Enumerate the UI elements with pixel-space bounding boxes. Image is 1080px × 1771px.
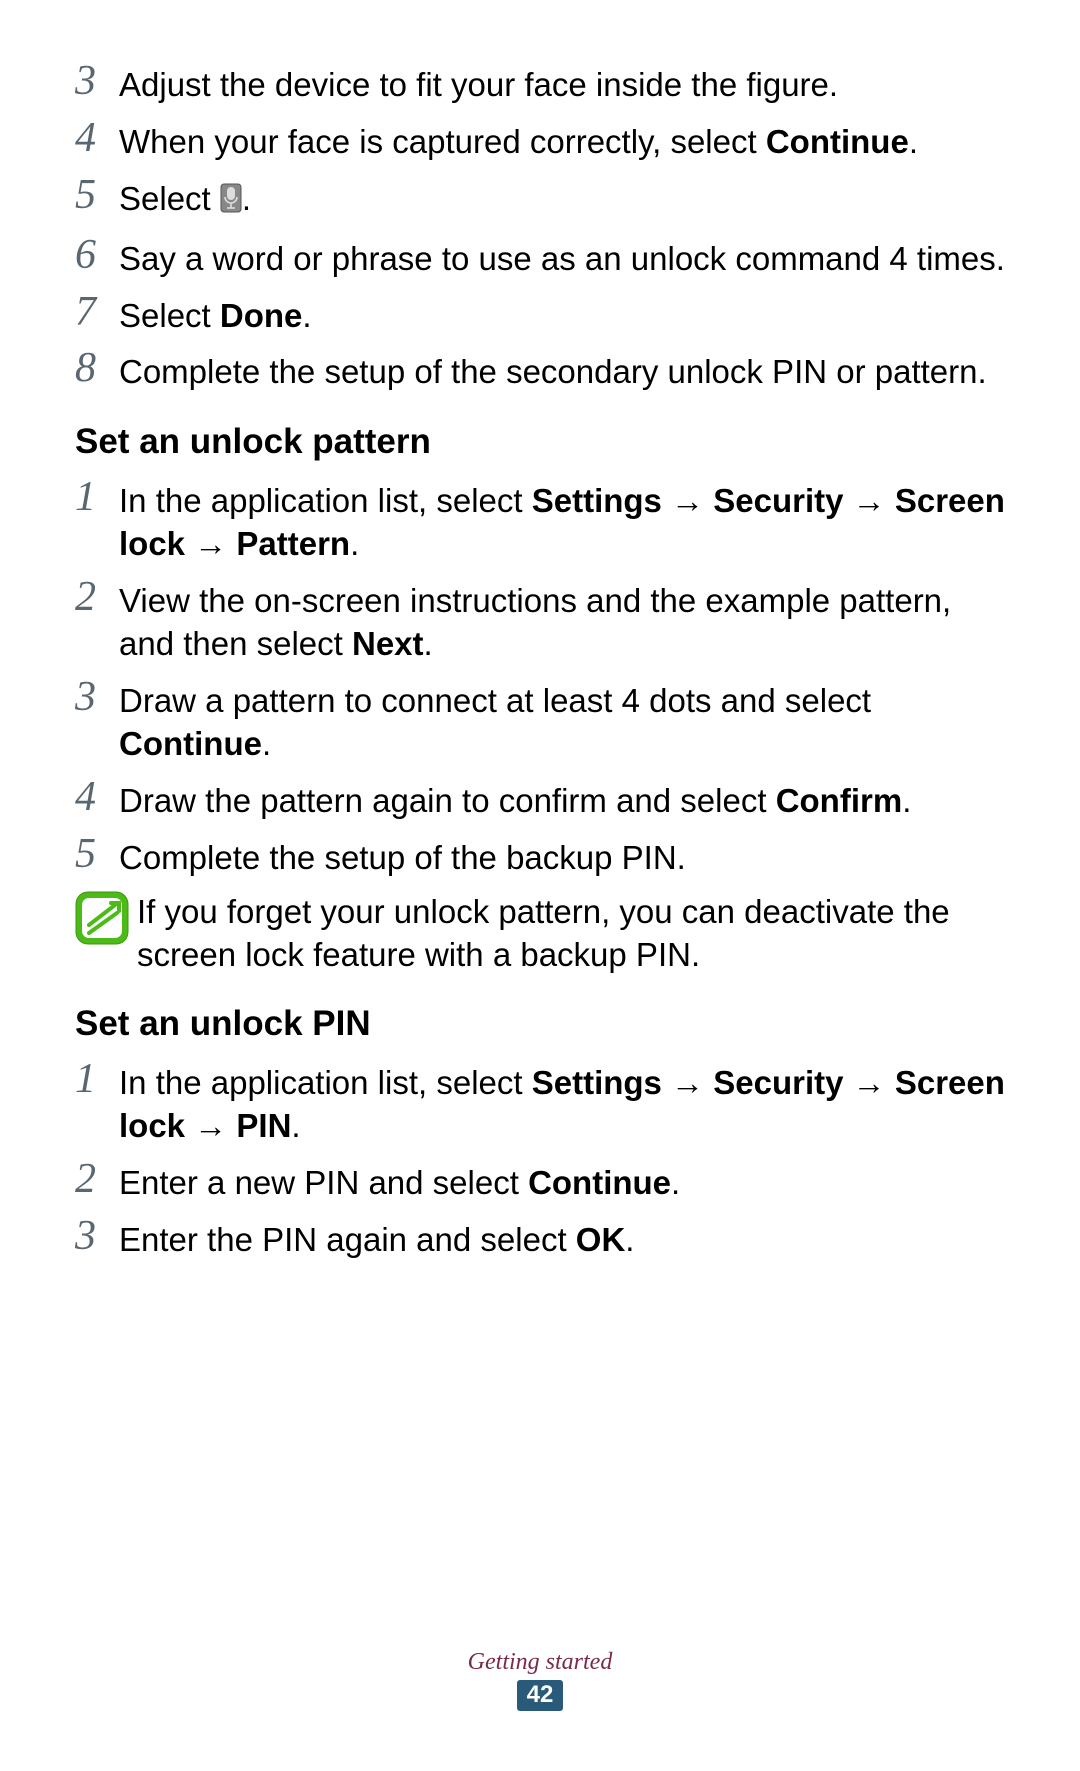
step-item: 3Adjust the device to fit your face insi… [75, 60, 1005, 107]
step-number: 2 [75, 1158, 119, 1200]
step-text: Say a word or phrase to use as an unlock… [119, 234, 1005, 281]
step-number: 3 [75, 1215, 119, 1257]
step-item: 2Enter a new PIN and select Continue. [75, 1158, 1005, 1205]
step-item: 4When your face is captured correctly, s… [75, 117, 1005, 164]
step-number: 7 [75, 291, 119, 333]
step-item: 3Draw a pattern to connect at least 4 do… [75, 676, 1005, 766]
step-text: Enter a new PIN and select Continue. [119, 1158, 1005, 1205]
step-text: Complete the setup of the secondary unlo… [119, 347, 1005, 394]
step-text: When your face is captured correctly, se… [119, 117, 1005, 164]
steps-group-a: 3Adjust the device to fit your face insi… [75, 60, 1005, 394]
step-number: 4 [75, 117, 119, 159]
step-item: 5Select . [75, 174, 1005, 224]
step-number: 5 [75, 833, 119, 875]
page-number-badge: 42 [517, 1680, 564, 1711]
step-number: 1 [75, 1058, 119, 1100]
step-item: 7Select Done. [75, 291, 1005, 338]
step-number: 1 [75, 476, 119, 518]
page-footer: Getting started 42 [0, 1649, 1080, 1711]
step-item: 3Enter the PIN again and select OK. [75, 1215, 1005, 1262]
heading-set-unlock-pattern: Set an unlock pattern [75, 422, 1005, 462]
step-number: 3 [75, 676, 119, 718]
microphone-icon [220, 181, 242, 224]
step-text: Select . [119, 174, 1005, 224]
step-text: In the application list, select Settings… [119, 1058, 1005, 1148]
step-text: Complete the setup of the backup PIN. [119, 833, 1005, 880]
steps-group-pattern: 1In the application list, select Setting… [75, 476, 1005, 879]
note-icon [75, 891, 129, 945]
page-content: 3Adjust the device to fit your face insi… [0, 0, 1080, 1262]
note-text: If you forget your unlock pattern, you c… [137, 889, 1005, 975]
step-item: 8Complete the setup of the secondary unl… [75, 347, 1005, 394]
step-text: Adjust the device to fit your face insid… [119, 60, 1005, 107]
step-text: Draw a pattern to connect at least 4 dot… [119, 676, 1005, 766]
step-item: 6Say a word or phrase to use as an unloc… [75, 234, 1005, 281]
heading-set-unlock-pin: Set an unlock PIN [75, 1004, 1005, 1044]
step-text: In the application list, select Settings… [119, 476, 1005, 566]
step-number: 6 [75, 234, 119, 276]
step-text: Select Done. [119, 291, 1005, 338]
step-item: 2View the on-screen instructions and the… [75, 576, 1005, 666]
step-number: 4 [75, 776, 119, 818]
step-number: 2 [75, 576, 119, 618]
step-text: Enter the PIN again and select OK. [119, 1215, 1005, 1262]
step-item: 4Draw the pattern again to confirm and s… [75, 776, 1005, 823]
step-text: View the on-screen instructions and the … [119, 576, 1005, 666]
note-box: If you forget your unlock pattern, you c… [75, 889, 1005, 975]
step-item: 5Complete the setup of the backup PIN. [75, 833, 1005, 880]
steps-group-pin: 1In the application list, select Setting… [75, 1058, 1005, 1262]
step-number: 5 [75, 174, 119, 216]
step-item: 1In the application list, select Setting… [75, 1058, 1005, 1148]
step-item: 1In the application list, select Setting… [75, 476, 1005, 566]
footer-chapter-label: Getting started [0, 1649, 1080, 1676]
step-number: 8 [75, 347, 119, 389]
step-number: 3 [75, 60, 119, 102]
step-text: Draw the pattern again to confirm and se… [119, 776, 1005, 823]
